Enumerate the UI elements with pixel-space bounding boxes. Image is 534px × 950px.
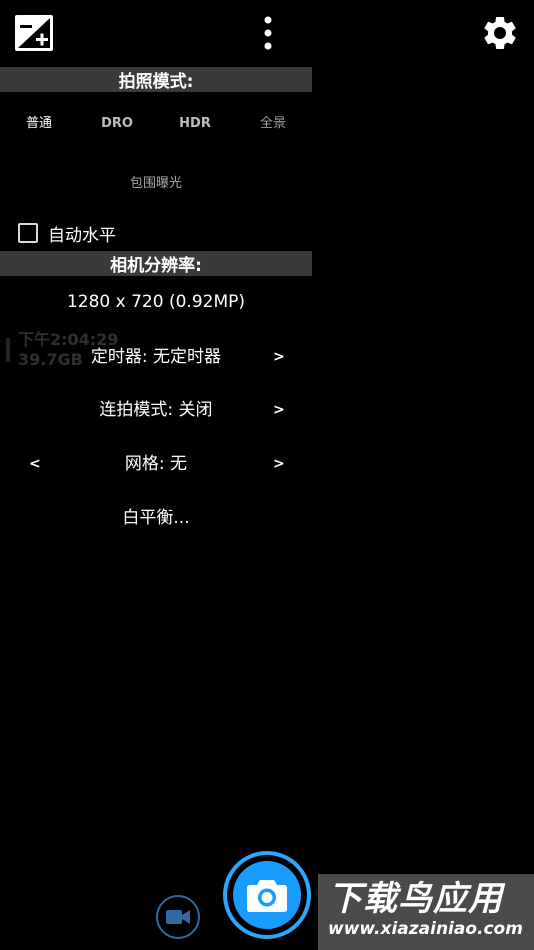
photo-mode-header: 拍照模式:: [0, 67, 312, 92]
auto-level-toggle[interactable]: 自动水平: [18, 221, 116, 246]
exposure-bracketing-button[interactable]: 包围曝光: [0, 172, 312, 191]
camera-icon: [247, 880, 287, 912]
watermark-title: 下载鸟应用: [328, 879, 503, 919]
grid-next-arrow[interactable]: >: [273, 449, 285, 479]
burst-next-arrow[interactable]: >: [273, 395, 285, 425]
timer-setting[interactable]: 定时器: 无定时器 >: [0, 342, 312, 372]
timer-label: 定时器: 无定时器: [90, 347, 222, 367]
mode-dro-button[interactable]: DRO: [78, 108, 156, 140]
mode-hdr-button[interactable]: HDR: [156, 108, 234, 140]
gear-icon[interactable]: [480, 13, 520, 53]
video-camera-icon: [166, 910, 190, 924]
resolution-value[interactable]: 1280 x 720 (0.92MP): [0, 292, 312, 312]
grid-label: 网格: 无: [124, 454, 188, 474]
watermark: 下载鸟应用 www.xiazainiao.com: [318, 874, 534, 950]
exposure-plus-icon[interactable]: [14, 14, 54, 52]
burst-setting[interactable]: 连拍模式: 关闭 >: [0, 395, 312, 425]
auto-level-label: 自动水平: [48, 225, 116, 246]
shutter-button[interactable]: [223, 851, 311, 939]
mode-normal-button[interactable]: 普通: [0, 108, 78, 140]
mode-panorama-button[interactable]: 全景: [234, 108, 312, 140]
auto-level-checkbox[interactable]: [18, 223, 38, 243]
timer-next-arrow[interactable]: >: [273, 342, 285, 372]
more-vertical-icon[interactable]: [258, 14, 278, 52]
watermark-url: www.xiazainiao.com: [328, 919, 523, 939]
photo-mode-selector: 普通 DRO HDR 全景: [0, 108, 312, 140]
video-mode-button[interactable]: [156, 895, 200, 939]
resolution-header: 相机分辨率:: [0, 251, 312, 276]
white-balance-setting[interactable]: 白平衡...: [0, 503, 312, 533]
shutter-inner: [233, 861, 301, 929]
white-balance-label: 白平衡...: [122, 508, 190, 528]
grid-setting[interactable]: < 网格: 无 >: [0, 449, 312, 479]
burst-label: 连拍模式: 关闭: [99, 400, 213, 420]
